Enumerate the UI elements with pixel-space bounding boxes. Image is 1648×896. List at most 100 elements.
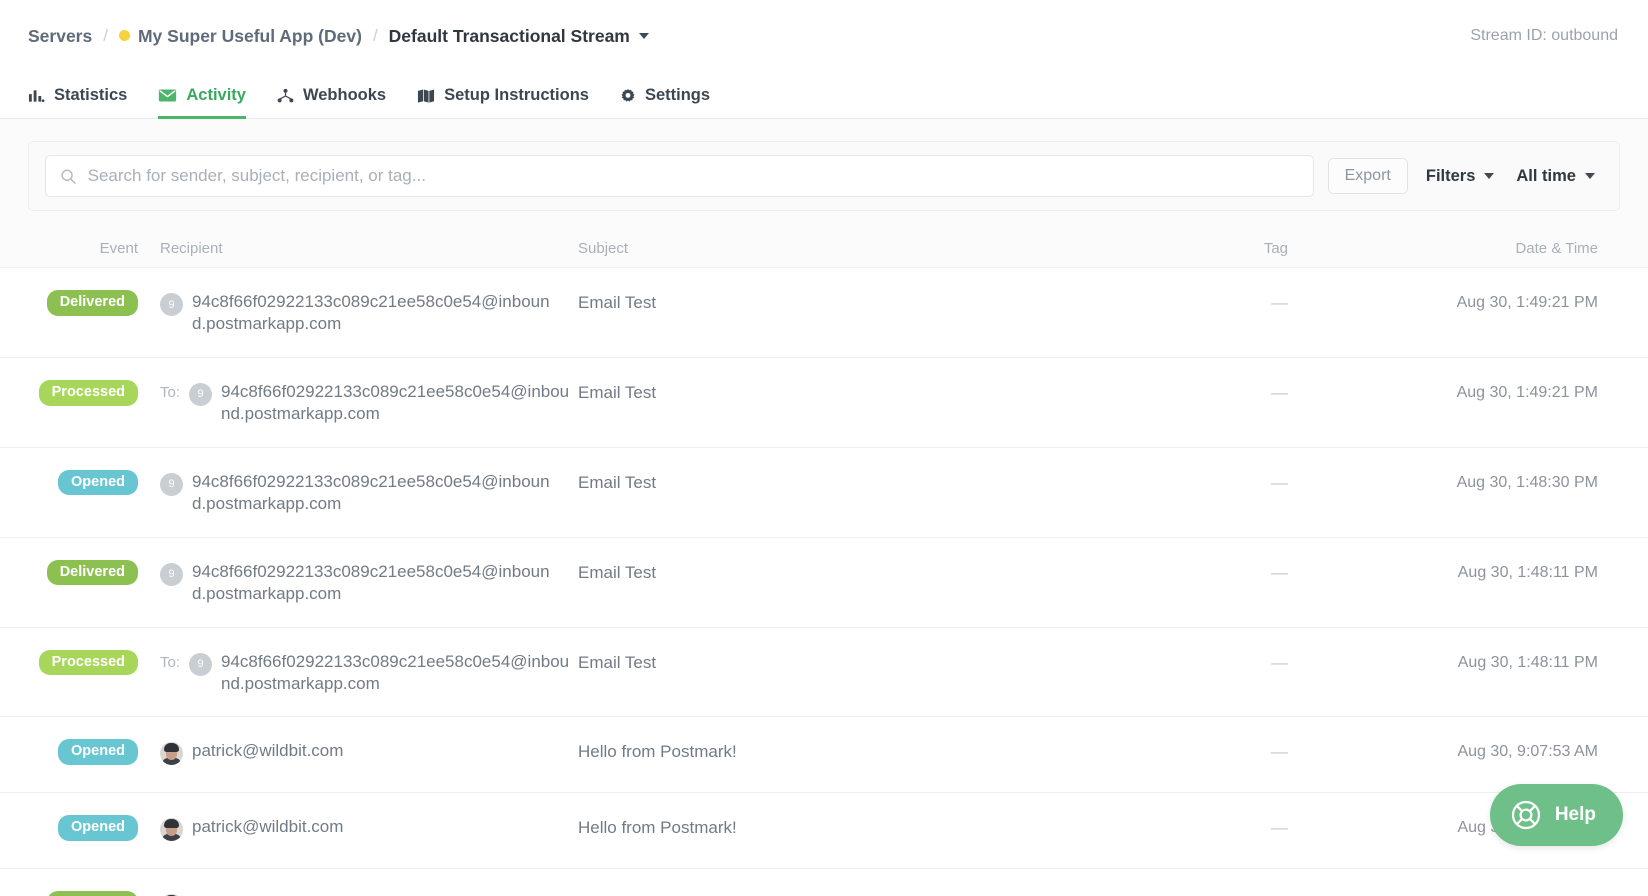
column-header-subject: Subject: [578, 239, 629, 257]
recipient-cell: 9 94c8f66f02922133c089c21ee58c0e54@inboun…: [160, 559, 578, 606]
recipient-cell: patrick@wildbit.com: [160, 814, 578, 842]
breadcrumb-stream[interactable]: Default Transactional Stream: [389, 26, 649, 47]
tag-cell: —: [1271, 382, 1288, 402]
activity-table: Event Recipient Subject Tag Date & Time …: [0, 229, 1648, 896]
search-box[interactable]: [45, 155, 1314, 197]
tab-label: Setup Instructions: [444, 86, 589, 104]
tag-cell: —: [1271, 652, 1288, 672]
help-button[interactable]: Help: [1489, 784, 1623, 846]
recipient-email[interactable]: 94c8f66f02922133c089c21ee58c0e54@inbound…: [221, 381, 578, 426]
activity-page: Export Filters All time Event Recipient …: [0, 119, 1648, 896]
status-badge: Opened: [58, 469, 138, 496]
recipient-email[interactable]: patrick@wildbit.com: [192, 892, 343, 896]
event-cell: Opened: [28, 738, 160, 766]
breadcrumb-app-label: My Super Useful App (Dev): [137, 25, 362, 46]
breadcrumb-app[interactable]: My Super Useful App (Dev): [118, 25, 362, 47]
table-row[interactable]: Opened 9 94c8f66f02922133c089c21ee58c0e54@…: [0, 446, 1648, 537]
event-cell: Processed: [28, 379, 160, 406]
recipient-cell: patrick@wildbit.com: [160, 738, 578, 766]
to-prefix-label: To:: [160, 653, 181, 671]
subject-cell[interactable]: Email Test: [578, 469, 930, 493]
datetime-cell: Aug 30, 1:48:11 PM: [1457, 563, 1598, 581]
datetime-cell: Aug 30, 1:48:11 PM: [1457, 653, 1598, 671]
tab-webhooks[interactable]: Webhooks: [277, 86, 386, 119]
recipient-email[interactable]: 94c8f66f02922133c089c21ee58c0e54@inbound…: [192, 291, 555, 336]
tab-label: Statistics: [54, 86, 128, 104]
recipient-email[interactable]: 94c8f66f02922133c089c21ee58c0e54@inbound…: [221, 651, 578, 696]
recipient-email[interactable]: patrick@wildbit.com: [192, 740, 343, 762]
subject-cell[interactable]: Email Test: [578, 649, 930, 673]
tab-setup-instructions[interactable]: Setup Instructions: [417, 86, 589, 119]
tab-settings[interactable]: Settings: [620, 86, 710, 119]
search-input[interactable]: [87, 166, 1299, 186]
event-cell: Opened: [28, 814, 160, 842]
tag-cell: —: [1271, 293, 1288, 312]
export-button[interactable]: Export: [1327, 158, 1408, 194]
subject-cell[interactable]: Email Test: [578, 289, 930, 313]
recipient-cell: 9 94c8f66f02922133c089c21ee58c0e54@inboun…: [160, 469, 578, 516]
table-row[interactable]: Delivered 9 94c8f66f02922133c089c21ee58c0e…: [0, 536, 1648, 627]
tab-statistics[interactable]: Statistics: [28, 86, 127, 119]
filters-dropdown[interactable]: Filters: [1422, 167, 1499, 186]
chevron-down-icon: [1484, 173, 1495, 179]
table-row[interactable]: Processed To: 9 94c8f66f02922133c089c21ee58…: [0, 356, 1648, 447]
event-cell: Delivered: [28, 890, 160, 896]
status-badge: Processed: [38, 649, 138, 676]
search-icon: [61, 169, 76, 184]
recipient-cell: To: 9 94c8f66f02922133c089c21ee58c0e54@inb…: [160, 649, 578, 696]
subject-cell[interactable]: Hello from Postmark!: [578, 890, 930, 896]
subject-cell[interactable]: Hello from Postmark!: [578, 814, 930, 838]
status-badge: Delivered: [46, 891, 138, 896]
tag-cell: —: [1271, 742, 1288, 762]
table-row[interactable]: Opened patrick@wildbit.com Hello from Post…: [0, 716, 1648, 793]
event-cell: Delivered: [28, 289, 160, 316]
datetime-cell: Aug 30, 9:01:46 AM: [1290, 890, 1620, 896]
datetime-cell: Aug 30, 9:07:53 AM: [1457, 743, 1598, 761]
tag-cell: —: [1271, 562, 1288, 582]
chevron-down-icon: [1585, 173, 1595, 179]
server-status-dot-icon: [118, 29, 130, 41]
subject-cell[interactable]: Email Test: [578, 559, 930, 583]
datetime-cell: Aug 30, 1:49:21 PM: [1456, 383, 1598, 401]
column-header-date: Date & Time: [1515, 239, 1598, 257]
tag-cell: —: [1271, 818, 1288, 838]
event-cell: Opened: [28, 469, 160, 496]
chevron-down-icon: [638, 32, 649, 39]
event-cell: Processed: [28, 649, 160, 676]
status-badge: Opened: [58, 739, 138, 766]
tab-bar: Statistics Activity Webhooks Setup Instruct…: [0, 72, 1648, 119]
table-header-row: Event Recipient Subject Tag Date & Time: [0, 229, 1648, 267]
recipient-cell: 9 94c8f66f02922133c089c21ee58c0e54@inboun…: [160, 289, 578, 336]
breadcrumb-servers[interactable]: Servers: [28, 26, 92, 47]
envelope-icon: [158, 88, 177, 103]
table-row[interactable]: Processed To: 9 94c8f66f02922133c089c21ee58…: [0, 626, 1648, 717]
subject-cell[interactable]: Hello from Postmark!: [578, 738, 930, 762]
status-badge: Processed: [38, 379, 138, 406]
status-badge: Delivered: [46, 290, 138, 316]
book-icon: [417, 88, 435, 104]
event-cell: Delivered: [28, 559, 160, 586]
breadcrumb-stream-label: Default Transactional Stream: [388, 25, 630, 46]
stream-id-label: Stream ID: outbound: [1470, 27, 1618, 44]
table-row[interactable]: Delivered patrick@wildbit.com Hello from P…: [0, 868, 1648, 896]
recipient-cell: patrick@wildbit.com: [160, 890, 578, 896]
recipient-email[interactable]: patrick@wildbit.com: [192, 816, 343, 838]
time-range-dropdown[interactable]: All time: [1512, 167, 1603, 186]
tab-activity[interactable]: Activity: [158, 86, 246, 119]
table-row[interactable]: Delivered 9 94c8f66f02922133c089c21ee58c0e…: [0, 267, 1648, 357]
status-badge: Delivered: [46, 559, 138, 586]
tag-cell: —: [1271, 472, 1288, 492]
table-row[interactable]: Opened patrick@wildbit.com Hello from Post…: [0, 792, 1648, 869]
column-header-recipient: Recipient: [160, 239, 223, 257]
subject-cell[interactable]: Email Test: [578, 379, 930, 403]
time-range-label: All time: [1516, 166, 1576, 185]
recipient-avatar: 9: [160, 562, 183, 586]
breadcrumb-separator-1: /: [103, 26, 108, 45]
breadcrumb: Servers / My Super Useful App (Dev) / De…: [0, 0, 1648, 72]
bar-chart-icon: [28, 88, 45, 104]
to-prefix-label: To:: [160, 383, 181, 401]
recipient-email[interactable]: 94c8f66f02922133c089c21ee58c0e54@inbound…: [192, 561, 555, 606]
tab-label: Webhooks: [302, 86, 387, 104]
help-button-label: Help: [1554, 804, 1596, 825]
recipient-email[interactable]: 94c8f66f02922133c089c21ee58c0e54@inbound…: [192, 471, 555, 516]
